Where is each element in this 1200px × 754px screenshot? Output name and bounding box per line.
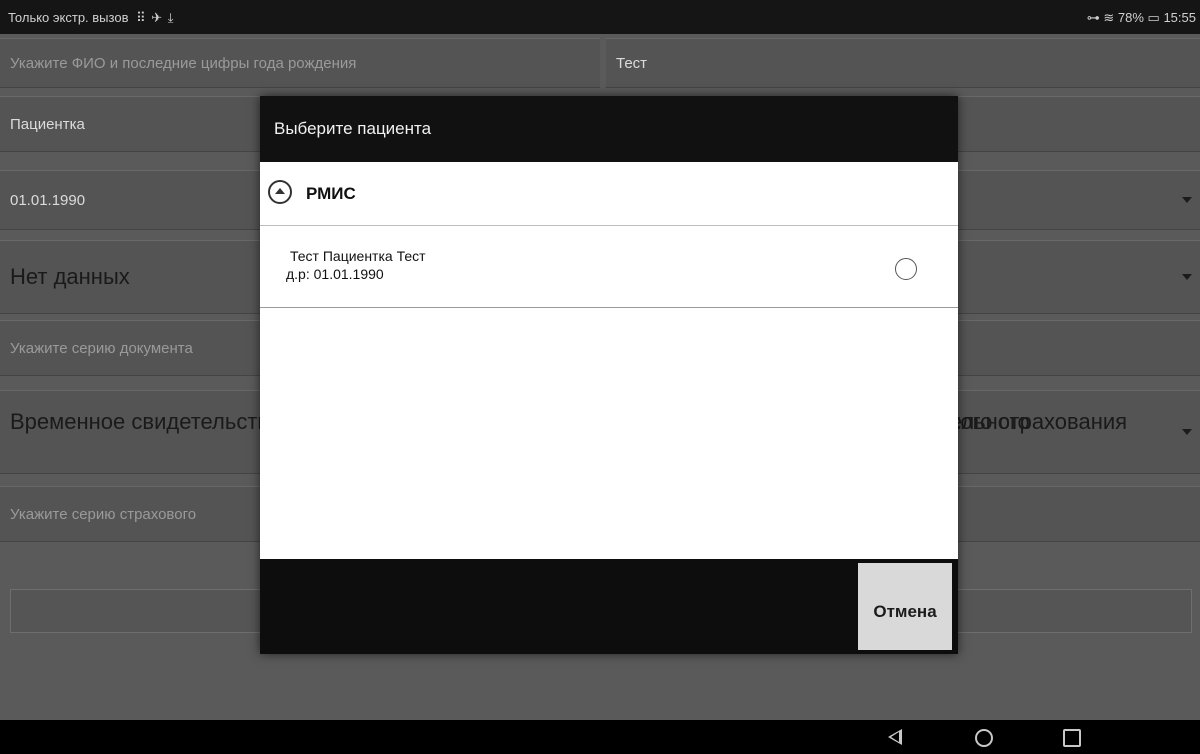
group-header-rmis[interactable]: РМИС bbox=[260, 162, 958, 226]
dropdown-arrow-icon bbox=[1182, 274, 1192, 280]
dropdown-arrow-icon bbox=[1182, 429, 1192, 435]
key-icon: ⊶ bbox=[1086, 10, 1100, 25]
status-bar: Только экстр. вызов ⠿ ✈ ⤓ ⊶ ≋ 78% ▭ 15:5… bbox=[0, 0, 1200, 34]
navigation-bar bbox=[0, 720, 1200, 754]
recent-apps-icon[interactable] bbox=[1063, 729, 1081, 747]
list-item[interactable]: Тест Пациентка Тест д.р: 01.01.1990 bbox=[260, 226, 958, 308]
clock: 15:55 bbox=[1163, 10, 1196, 25]
battery-percent: 78% bbox=[1117, 10, 1144, 25]
dropdown-arrow-icon bbox=[1182, 197, 1192, 203]
gender-value: Нет данных bbox=[10, 264, 130, 289]
carrier-text: Только экстр. вызов bbox=[8, 10, 129, 25]
dialog-title: Выберите пациента bbox=[260, 96, 958, 162]
group-label: РМИС bbox=[306, 184, 356, 203]
home-icon[interactable] bbox=[975, 729, 993, 747]
status-left: Только экстр. вызов ⠿ ✈ ⤓ bbox=[8, 10, 175, 26]
dialog-body: РМИС Тест Пациентка Тест д.р: 01.01.1990 bbox=[260, 162, 958, 559]
back-icon[interactable] bbox=[888, 729, 902, 745]
collapse-icon[interactable] bbox=[268, 180, 292, 204]
dialog-footer: Отмена bbox=[260, 559, 958, 654]
patient-radio-button[interactable] bbox=[895, 258, 917, 280]
notification-icons: ⠿ ✈ ⤓ bbox=[136, 10, 175, 25]
patient-name: Тест Пациентка Тест bbox=[290, 248, 426, 264]
patient-birthdate: д.р: 01.01.1990 bbox=[286, 266, 384, 282]
cancel-button[interactable]: Отмена bbox=[858, 563, 952, 650]
wifi-icon: ≋ bbox=[1103, 10, 1115, 25]
battery-icon: ▭ bbox=[1147, 10, 1160, 25]
fio-input[interactable]: Укажите ФИО и последние цифры года рожде… bbox=[0, 38, 600, 88]
lastname-field[interactable]: Тест bbox=[606, 38, 1200, 88]
status-right: ⊶ ≋ 78% ▭ 15:55 bbox=[1087, 10, 1196, 26]
select-patient-dialog: Выберите пациента РМИС Тест Пациентка Те… bbox=[260, 96, 958, 654]
